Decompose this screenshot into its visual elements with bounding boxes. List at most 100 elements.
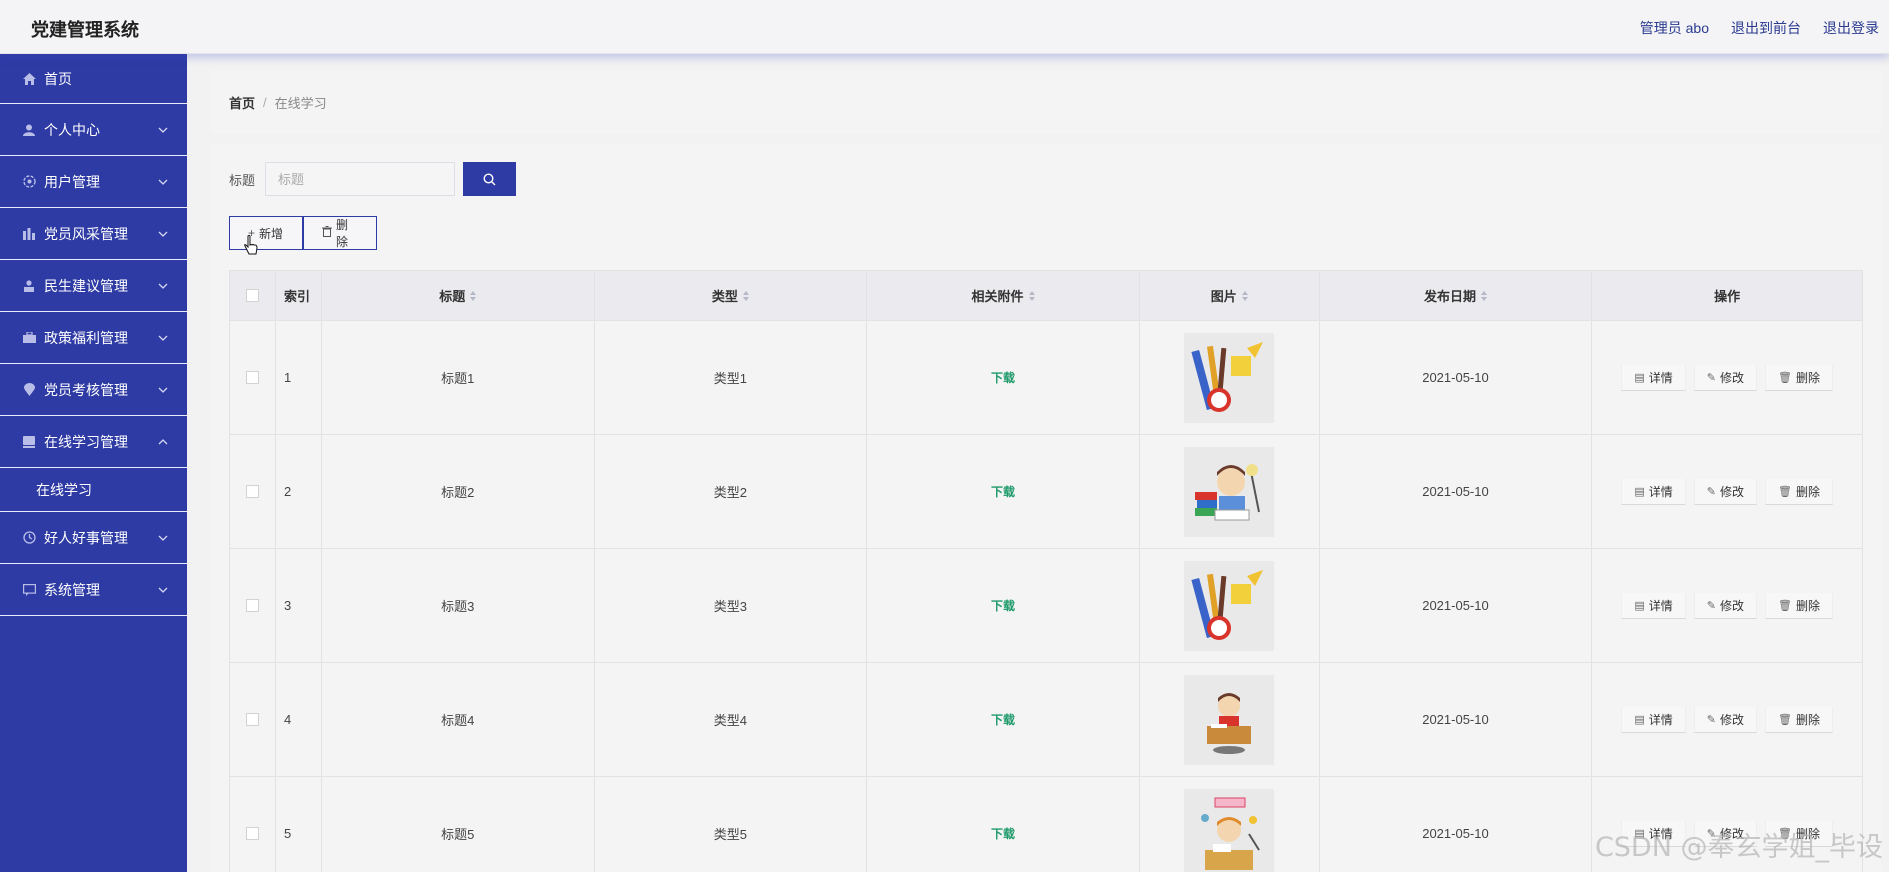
- date-value: 2021-05-10: [1422, 598, 1489, 613]
- delete-button[interactable]: 🗑 删除: [1764, 706, 1833, 733]
- add-button[interactable]: + 新增: [229, 216, 303, 250]
- delete-label: 删除: [1795, 712, 1820, 727]
- sort-icon[interactable]: [1028, 290, 1035, 301]
- download-link[interactable]: 下载: [991, 483, 1015, 500]
- detail-button[interactable]: ▤ 详情: [1621, 478, 1686, 505]
- sidebar-item-suggestions[interactable]: 民生建议管理: [0, 260, 187, 312]
- detail-button[interactable]: ▤ 详情: [1621, 706, 1686, 733]
- sort-icon[interactable]: [1480, 290, 1487, 301]
- stationery-image[interactable]: [1184, 560, 1275, 651]
- header-title-label: 标题: [439, 289, 466, 304]
- download-link[interactable]: 下载: [991, 597, 1015, 614]
- reading-student-image[interactable]: [1184, 446, 1275, 537]
- sidebar-item-personal[interactable]: 个人中心: [0, 104, 187, 156]
- sidebar-item-system[interactable]: 系统管理: [0, 564, 187, 616]
- watermark: CSDN @奉玄学姐_毕设: [1594, 832, 1883, 863]
- download-link[interactable]: 下载: [991, 369, 1015, 386]
- delete-button-label: 删除: [336, 218, 349, 249]
- sort-icon[interactable]: [742, 290, 749, 301]
- row-checkbox[interactable]: [245, 485, 259, 498]
- edit-button[interactable]: ✎ 修改: [1693, 364, 1757, 391]
- detail-label: 详情: [1648, 484, 1673, 499]
- current-user-link[interactable]: 管理员 abo: [1640, 18, 1709, 38]
- chevron-down-icon: [158, 179, 168, 185]
- content-card: 标题 + 新增 删除 索引 标题 类型 相关附件 图片 发布日期 操作: [211, 144, 1881, 872]
- sidebar-item-good-deeds[interactable]: 好人好事管理: [0, 512, 187, 564]
- header-image[interactable]: 图片: [1140, 271, 1320, 320]
- edit-label: 修改: [1719, 712, 1744, 727]
- clock-icon: [22, 531, 36, 545]
- breadcrumb: 首页 / 在线学习: [211, 70, 1881, 134]
- delete-button[interactable]: 🗑 删除: [1764, 478, 1833, 505]
- sidebar-item-online-learning[interactable]: 在线学习管理: [0, 416, 187, 468]
- cell-attachment: 下载: [867, 435, 1140, 548]
- download-link[interactable]: 下载: [991, 711, 1015, 728]
- edit-button[interactable]: ✎ 修改: [1693, 592, 1757, 619]
- breadcrumb-home[interactable]: 首页: [229, 93, 255, 112]
- table-row: 4 标题4 类型4 下载 2021-05-10 ▤ 详情 ✎ 修改 🗑 删除: [230, 663, 1862, 777]
- row-checkbox-cell: [230, 435, 276, 548]
- sidebar-item-users[interactable]: 用户管理: [0, 156, 187, 208]
- home-icon: [22, 72, 36, 86]
- type-value: 类型2: [713, 485, 747, 500]
- detail-button[interactable]: ▤ 详情: [1621, 364, 1686, 391]
- logout-link[interactable]: 退出登录: [1823, 18, 1879, 38]
- desk-student-image[interactable]: [1184, 674, 1275, 765]
- cell-image: [1140, 321, 1320, 434]
- cell-date: 2021-05-10: [1320, 777, 1593, 872]
- type-value: 类型4: [713, 713, 747, 728]
- sort-icon[interactable]: [470, 290, 477, 301]
- row-checkbox[interactable]: [245, 827, 259, 840]
- delete-button[interactable]: 🗑 删除: [1764, 592, 1833, 619]
- select-all-checkbox[interactable]: [245, 289, 259, 302]
- row-checkbox[interactable]: [245, 371, 259, 384]
- chevron-down-icon: [158, 387, 168, 393]
- sidebar-item-label: 个人中心: [44, 121, 100, 138]
- chevron-down-icon: [158, 535, 168, 541]
- chevron-down-icon: [158, 587, 168, 593]
- delete-button[interactable]: 🗑 删除: [1764, 364, 1833, 391]
- header-attachment[interactable]: 相关附件: [867, 271, 1140, 320]
- stationery-image[interactable]: [1184, 332, 1275, 423]
- sidebar-subitem-online-study[interactable]: 在线学习: [0, 468, 187, 512]
- cell-index: 4: [276, 663, 322, 776]
- row-checkbox[interactable]: [245, 599, 259, 612]
- cell-index: 2: [276, 435, 322, 548]
- sidebar-item-member-style[interactable]: 党员风采管理: [0, 208, 187, 260]
- sidebar-item-assessment[interactable]: 党员考核管理: [0, 364, 187, 416]
- back-to-front-link[interactable]: 退出到前台: [1731, 18, 1801, 38]
- type-value: 类型5: [713, 827, 747, 842]
- sidebar: 首页 个人中心 用户管理 党员风采管理 民生建议管理 政策福利管理 党员考核管理…: [0, 54, 187, 872]
- index-value: 5: [283, 826, 292, 841]
- header-date[interactable]: 发布日期: [1320, 271, 1593, 320]
- trash-icon: 🗑: [1777, 371, 1792, 384]
- search-button[interactable]: [463, 162, 517, 196]
- document-icon: ▤: [1634, 599, 1645, 612]
- edit-button[interactable]: ✎ 修改: [1693, 706, 1757, 733]
- sidebar-item-label: 在线学习管理: [44, 433, 128, 450]
- batch-delete-button[interactable]: 删除: [303, 216, 377, 250]
- chevron-down-icon: [158, 283, 168, 289]
- pin-icon: [22, 383, 36, 397]
- header-attachment-label: 相关附件: [971, 289, 1024, 304]
- user-icon: [22, 123, 36, 137]
- row-checkbox-cell: [230, 321, 276, 434]
- sort-icon[interactable]: [1241, 290, 1248, 301]
- row-checkbox[interactable]: [245, 713, 259, 726]
- cell-date: 2021-05-10: [1320, 321, 1593, 434]
- download-link[interactable]: 下载: [991, 825, 1015, 842]
- trash-icon: [322, 226, 332, 240]
- study-student-image[interactable]: [1184, 788, 1275, 872]
- sidebar-item-home[interactable]: 首页: [0, 54, 187, 104]
- sidebar-item-label: 党员风采管理: [44, 225, 128, 242]
- header-type[interactable]: 类型: [595, 271, 868, 320]
- trash-icon: 🗑: [1777, 713, 1792, 726]
- header-title[interactable]: 标题: [322, 271, 595, 320]
- chevron-down-icon: [158, 335, 168, 341]
- chevron-down-icon: [158, 127, 168, 133]
- sidebar-item-policy[interactable]: 政策福利管理: [0, 312, 187, 364]
- detail-button[interactable]: ▤ 详情: [1621, 592, 1686, 619]
- edit-button[interactable]: ✎ 修改: [1693, 478, 1757, 505]
- search-input[interactable]: [265, 162, 456, 196]
- index-value: 4: [283, 712, 292, 727]
